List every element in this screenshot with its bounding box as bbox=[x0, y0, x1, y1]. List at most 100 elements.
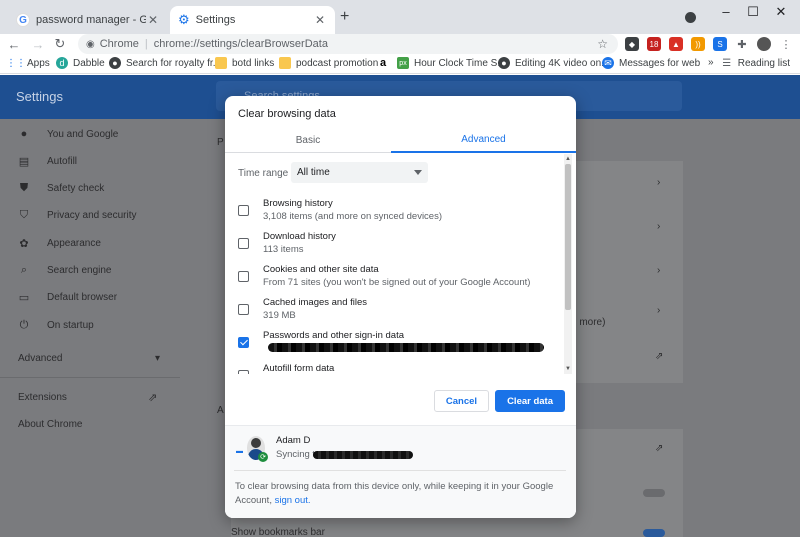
browsing-history-checkbox[interactable] bbox=[238, 205, 249, 216]
sidebar-item-label: Privacy and security bbox=[47, 210, 137, 221]
sidebar-advanced-label: Advanced bbox=[18, 353, 63, 364]
menu-dots-icon[interactable]: ⋮ bbox=[779, 37, 793, 51]
dialog-buttons: Cancel Clear data bbox=[433, 390, 565, 412]
back-arrow-icon[interactable]: ← bbox=[4, 34, 24, 54]
bookmark-label: podcast promotion bbox=[296, 57, 379, 69]
omnibox-scheme: Chrome bbox=[99, 38, 139, 50]
sidebar-link-extensions[interactable]: Extensions bbox=[18, 392, 67, 403]
extension-shield-icon[interactable]: ◆ bbox=[625, 37, 639, 51]
option-label: Autofill form data bbox=[263, 363, 335, 374]
toggle-switch[interactable] bbox=[643, 489, 665, 497]
messages-icon: ✉ bbox=[602, 57, 614, 69]
bookmark-royalty[interactable]: ● Search for royalty fr... bbox=[109, 57, 221, 69]
cookies-checkbox[interactable] bbox=[238, 271, 249, 282]
scroll-up-icon[interactable]: ▲ bbox=[565, 156, 571, 162]
sidebar-item-privacy[interactable]: ⛉ Privacy and security bbox=[18, 209, 137, 222]
extension-rss-icon[interactable]: )) bbox=[691, 37, 705, 51]
redacted-scribble bbox=[268, 343, 544, 352]
bookmark-editing-4k[interactable]: ● Editing 4K video on... bbox=[498, 57, 610, 69]
dialog-scroll-area[interactable]: Time range All time Browsing history 3,1… bbox=[225, 154, 576, 374]
option-autofill[interactable]: Autofill form data bbox=[238, 363, 558, 374]
person-icon: ● bbox=[20, 128, 28, 140]
extension-car-icon[interactable]: ▲ bbox=[669, 37, 683, 51]
clear-browsing-data-dialog: Clear browsing data Basic Advanced Time … bbox=[225, 96, 576, 518]
option-label: Download history bbox=[263, 231, 336, 242]
sidebar-item-autofill[interactable]: ▤ Autofill bbox=[18, 155, 77, 168]
chevron-right-icon: › bbox=[657, 305, 661, 316]
section-heading: A bbox=[217, 405, 224, 416]
time-range-label: Time range bbox=[238, 168, 289, 179]
sidebar-item-label: Default browser bbox=[47, 292, 118, 303]
device-icon: ▬ bbox=[236, 448, 243, 455]
tab-settings[interactable]: ⚙ Settings ✕ bbox=[170, 6, 335, 34]
sidebar-item-default-browser[interactable]: ▭ Default browser bbox=[18, 291, 117, 304]
bookmark-amazon[interactable]: a bbox=[377, 57, 394, 69]
scroll-down-icon[interactable]: ▼ bbox=[565, 366, 571, 372]
bookmark-label: Dabble bbox=[73, 57, 105, 69]
bookmark-label: Apps bbox=[27, 57, 50, 69]
autofill-checkbox[interactable] bbox=[238, 370, 249, 374]
profile-dropdown-icon[interactable] bbox=[685, 12, 696, 23]
sidebar-advanced-toggle[interactable]: Advanced ▾ bbox=[18, 353, 160, 364]
sidebar-item-label: Appearance bbox=[47, 238, 101, 249]
download-history-checkbox[interactable] bbox=[238, 238, 249, 249]
extension-calendar-icon[interactable]: 18 bbox=[647, 37, 661, 51]
close-tab-icon[interactable]: ✕ bbox=[313, 13, 327, 27]
tab-google-search[interactable]: G password manager - Google Sea ✕ bbox=[8, 6, 168, 34]
bookmark-label: Editing 4K video on... bbox=[515, 57, 610, 69]
sidebar-item-appearance[interactable]: ✿ Appearance bbox=[18, 237, 101, 250]
bookmark-podcast[interactable]: podcast promotion bbox=[279, 57, 378, 69]
tab-advanced[interactable]: Advanced bbox=[391, 128, 576, 153]
reading-list-button[interactable]: ☰ Reading list bbox=[721, 57, 790, 69]
sidebar-item-label: On startup bbox=[47, 320, 94, 331]
apps-grid-icon: ⋮⋮ bbox=[6, 57, 26, 69]
option-passwords[interactable]: Passwords and other sign-in data bbox=[238, 330, 558, 360]
minimize-button[interactable]: – bbox=[714, 4, 738, 19]
bookmark-star-icon[interactable]: ☆ bbox=[597, 37, 608, 51]
reload-icon[interactable]: ↻ bbox=[50, 34, 70, 54]
option-cached-images[interactable]: Cached images and files 319 MB bbox=[238, 297, 558, 327]
maximize-button[interactable]: ☐ bbox=[741, 4, 765, 20]
clear-data-button[interactable]: Clear data bbox=[495, 390, 565, 412]
chrome-logo-icon: ◉ bbox=[86, 38, 95, 50]
profile-avatar-icon[interactable] bbox=[757, 37, 771, 51]
close-tab-icon[interactable]: ✕ bbox=[146, 13, 160, 27]
bookmark-dabble[interactable]: d Dabble bbox=[56, 57, 105, 69]
option-download-history[interactable]: Download history 113 items bbox=[238, 231, 558, 261]
sign-out-link[interactable]: sign out. bbox=[275, 495, 311, 506]
address-bar[interactable]: ◉ Chrome | chrome://settings/clearBrowse… bbox=[78, 34, 618, 54]
passwords-checkbox[interactable] bbox=[238, 337, 249, 348]
bookmark-label: Hour Clock Time S... bbox=[414, 57, 506, 69]
sidebar-link-about-chrome[interactable]: About Chrome bbox=[18, 419, 82, 430]
dabble-icon: d bbox=[56, 57, 68, 69]
bookmarks-overflow-button[interactable]: » bbox=[708, 57, 714, 68]
bookmark-botd[interactable]: botd links bbox=[215, 57, 274, 69]
sidebar-item-you-and-google[interactable]: ● You and Google bbox=[18, 128, 119, 140]
bookmark-messages[interactable]: ✉ Messages for web bbox=[602, 57, 700, 69]
px-icon: px bbox=[397, 57, 409, 69]
cached-images-checkbox[interactable] bbox=[238, 304, 249, 315]
sidebar-item-on-startup[interactable]: ⏻ On startup bbox=[18, 319, 94, 332]
option-browsing-history[interactable]: Browsing history 3,108 items (and more o… bbox=[238, 198, 558, 228]
scrollbar-thumb[interactable] bbox=[565, 164, 571, 310]
extensions-puzzle-icon[interactable]: ✚ bbox=[735, 37, 749, 51]
option-cookies[interactable]: Cookies and other site data From 71 site… bbox=[238, 264, 558, 294]
sidebar-item-search-engine[interactable]: ⌕ Search engine bbox=[18, 264, 112, 277]
tab-basic[interactable]: Basic bbox=[225, 128, 391, 153]
bookmark-hour-clock[interactable]: px Hour Clock Time S... bbox=[397, 57, 506, 69]
close-window-button[interactable]: ✕ bbox=[769, 4, 793, 20]
forward-arrow-icon[interactable]: → bbox=[28, 34, 48, 54]
search-icon: ⌕ bbox=[20, 264, 28, 276]
sidebar-item-safety-check[interactable]: ⛊ Safety check bbox=[18, 182, 104, 195]
bookmark-apps[interactable]: ⋮⋮ Apps bbox=[6, 57, 50, 69]
cancel-button[interactable]: Cancel bbox=[433, 390, 490, 412]
sign-out-info: To clear browsing data from this device … bbox=[235, 480, 555, 508]
toggle-switch[interactable] bbox=[643, 529, 665, 537]
dialog-tabs: Basic Advanced bbox=[225, 128, 576, 153]
new-tab-button[interactable]: + bbox=[340, 8, 349, 26]
time-range-select[interactable]: All time bbox=[291, 162, 428, 183]
extension-s-icon[interactable]: S bbox=[713, 37, 727, 51]
option-detail: From 71 sites (you won't be signed out o… bbox=[263, 277, 531, 288]
chevron-right-icon: › bbox=[657, 265, 661, 276]
sidebar-item-label: Search engine bbox=[47, 265, 112, 276]
